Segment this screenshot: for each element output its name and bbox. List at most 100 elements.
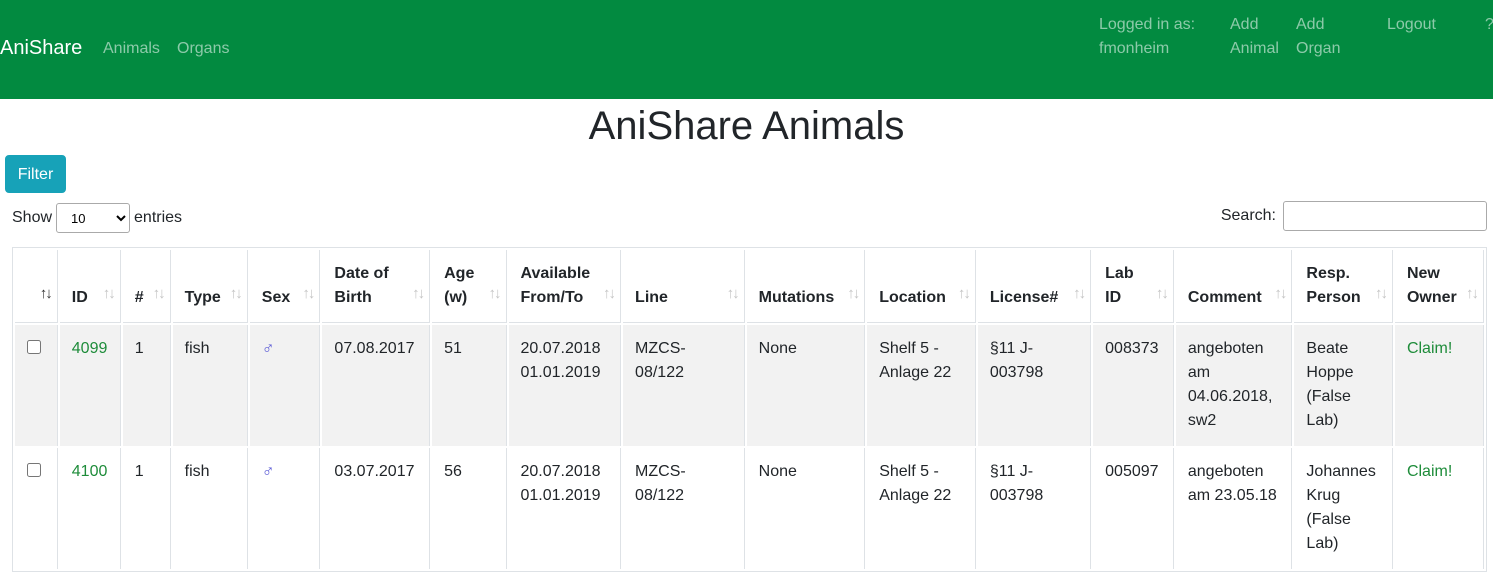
mutations-cell: None bbox=[746, 448, 866, 569]
header-label: Age (w) bbox=[444, 265, 475, 306]
sex-cell: ♂ bbox=[249, 325, 321, 446]
sort-arrows-icon[interactable]: ↑↓ bbox=[412, 282, 425, 306]
page-length-select[interactable]: 10 bbox=[56, 203, 131, 233]
header-label: Sex bbox=[261, 289, 291, 306]
available-cell: 20.07.2018 01.01.2019 bbox=[508, 448, 622, 569]
header-label: License# bbox=[989, 289, 1059, 306]
sort-arrows-icon[interactable]: ↑↓ bbox=[1156, 282, 1169, 306]
sort-arrows-icon[interactable]: ↑↓ bbox=[1375, 282, 1388, 306]
sort-arrows-icon[interactable]: ↑↓ bbox=[603, 282, 616, 306]
column-header-line[interactable]: Line ↑↓ bbox=[623, 250, 745, 323]
column-header-age[interactable]: Age (w) ↑↓ bbox=[432, 250, 507, 323]
sort-arrows-icon[interactable]: ↑↓ bbox=[847, 282, 860, 306]
column-header-date-of-birth[interactable]: Date of Birth ↑↓ bbox=[322, 250, 431, 323]
logout-link[interactable]: Logout bbox=[1387, 13, 1436, 37]
lab-id-cell: 005097 bbox=[1093, 448, 1174, 569]
location-cell: Shelf 5 - Anlage 22 bbox=[867, 448, 976, 569]
sort-arrows-icon[interactable]: ↑↓ bbox=[153, 282, 166, 306]
id-cell: 4099 bbox=[59, 325, 121, 446]
comment-cell: angeboten am 23.05.18 bbox=[1175, 448, 1293, 569]
column-header-lab-id[interactable]: Lab ID ↑↓ bbox=[1093, 250, 1174, 323]
row-checkbox[interactable] bbox=[27, 463, 41, 477]
male-symbol-icon: ♂ bbox=[261, 462, 275, 481]
column-header-count[interactable]: # ↑↓ bbox=[122, 250, 171, 323]
add-organ-link[interactable]: Add Organ bbox=[1296, 13, 1356, 61]
type-cell: fish bbox=[172, 325, 248, 446]
search-input[interactable] bbox=[1283, 201, 1487, 231]
column-header-new-owner[interactable]: New Owner ↑↓ bbox=[1394, 250, 1484, 323]
table-row: 4100 1 fish ♂ 03.07.2017 56 20.07.2018 0… bbox=[15, 448, 1484, 569]
column-header-resp-person[interactable]: Resp. Person ↑↓ bbox=[1294, 250, 1393, 323]
brand-link[interactable]: AniShare bbox=[0, 36, 82, 60]
male-symbol-icon: ♂ bbox=[261, 339, 275, 358]
filter-button[interactable]: Filter bbox=[5, 155, 66, 193]
sort-arrows-icon[interactable]: ↑↓ bbox=[40, 282, 53, 306]
new-owner-cell: Claim! bbox=[1394, 325, 1484, 446]
license-cell: §11 J-003798 bbox=[977, 448, 1092, 569]
table-row: 4099 1 fish ♂ 07.08.2017 51 20.07.2018 0… bbox=[15, 325, 1484, 446]
count-cell: 1 bbox=[122, 325, 171, 446]
column-header-license[interactable]: License# ↑↓ bbox=[977, 250, 1092, 323]
row-select-cell bbox=[15, 325, 58, 446]
lab-id-cell: 008373 bbox=[1093, 325, 1174, 446]
help-link[interactable]: ? bbox=[1485, 13, 1493, 37]
search-label: Search: bbox=[1220, 207, 1276, 224]
sort-arrows-icon[interactable]: ↑↓ bbox=[103, 282, 116, 306]
animal-id-link[interactable]: 4099 bbox=[72, 340, 108, 357]
nav-link-animals[interactable]: Animals bbox=[103, 37, 160, 61]
length-prefix: Show bbox=[12, 209, 53, 226]
header-label: Type bbox=[184, 289, 221, 306]
row-checkbox[interactable] bbox=[27, 340, 41, 354]
dob-cell: 07.08.2017 bbox=[322, 325, 431, 446]
header-label: Lab ID bbox=[1105, 265, 1134, 306]
dob-cell: 03.07.2017 bbox=[322, 448, 431, 569]
location-cell: Shelf 5 - Anlage 22 bbox=[867, 325, 976, 446]
header-label: Available From/To bbox=[520, 265, 591, 306]
count-cell: 1 bbox=[122, 448, 171, 569]
animal-id-link[interactable]: 4100 bbox=[72, 463, 108, 480]
column-header-available[interactable]: Available From/To ↑↓ bbox=[508, 250, 622, 323]
length-suffix: entries bbox=[134, 209, 183, 226]
page-title: AniShare Animals bbox=[588, 104, 905, 148]
sort-arrows-icon[interactable]: ↑↓ bbox=[1274, 282, 1287, 306]
column-header-location[interactable]: Location ↑↓ bbox=[867, 250, 976, 323]
animals-table: ↑↓ ID ↑↓ # ↑↓ Type ↑↓ Sex ↑↓ Date of Birth ↑↓… bbox=[12, 247, 1487, 572]
header-label: Line bbox=[635, 289, 668, 306]
search-control: Search: bbox=[1221, 201, 1487, 231]
sort-arrows-icon[interactable]: ↑↓ bbox=[489, 282, 502, 306]
age-cell: 51 bbox=[432, 325, 507, 446]
header-label: ID bbox=[71, 289, 88, 306]
sort-arrows-icon[interactable]: ↑↓ bbox=[727, 282, 740, 306]
column-header-comment[interactable]: Comment ↑↓ bbox=[1175, 250, 1293, 323]
nav-link-organs[interactable]: Organs bbox=[177, 37, 229, 61]
header-label: Location bbox=[879, 289, 946, 306]
resp-person-cell: Johannes Krug (False Lab) bbox=[1294, 448, 1393, 569]
header-label: # bbox=[134, 289, 144, 306]
header-label: Date of Birth bbox=[334, 265, 389, 306]
sort-arrows-icon[interactable]: ↑↓ bbox=[230, 282, 243, 306]
sort-arrows-icon[interactable]: ↑↓ bbox=[1466, 282, 1479, 306]
page-length-control: Show 10 entries bbox=[12, 203, 182, 233]
resp-person-cell: Beate Hoppe (False Lab) bbox=[1294, 325, 1393, 446]
mutations-cell: None bbox=[746, 325, 866, 446]
type-cell: fish bbox=[172, 448, 248, 569]
new-owner-cell: Claim! bbox=[1394, 448, 1484, 569]
age-cell: 56 bbox=[432, 448, 507, 569]
column-header-id[interactable]: ID ↑↓ bbox=[59, 250, 121, 323]
claim-link[interactable]: Claim! bbox=[1407, 340, 1452, 357]
row-select-cell bbox=[15, 448, 58, 569]
sort-arrows-icon[interactable]: ↑↓ bbox=[302, 282, 315, 306]
line-cell: MZCS-08/122 bbox=[623, 325, 745, 446]
logged-in-user[interactable]: Logged in as: fmonheim bbox=[1099, 13, 1209, 61]
header-label: New Owner bbox=[1406, 265, 1457, 306]
column-header-mutations[interactable]: Mutations ↑↓ bbox=[746, 250, 866, 323]
add-animal-link[interactable]: Add Animal bbox=[1230, 13, 1290, 61]
column-header-select[interactable]: ↑↓ bbox=[15, 250, 58, 323]
sort-arrows-icon[interactable]: ↑↓ bbox=[958, 282, 971, 306]
sort-arrows-icon[interactable]: ↑↓ bbox=[1073, 282, 1086, 306]
header-label: Comment bbox=[1187, 289, 1262, 306]
column-header-type[interactable]: Type ↑↓ bbox=[172, 250, 248, 323]
column-header-sex[interactable]: Sex ↑↓ bbox=[249, 250, 321, 323]
sex-cell: ♂ bbox=[249, 448, 321, 569]
claim-link[interactable]: Claim! bbox=[1407, 463, 1452, 480]
